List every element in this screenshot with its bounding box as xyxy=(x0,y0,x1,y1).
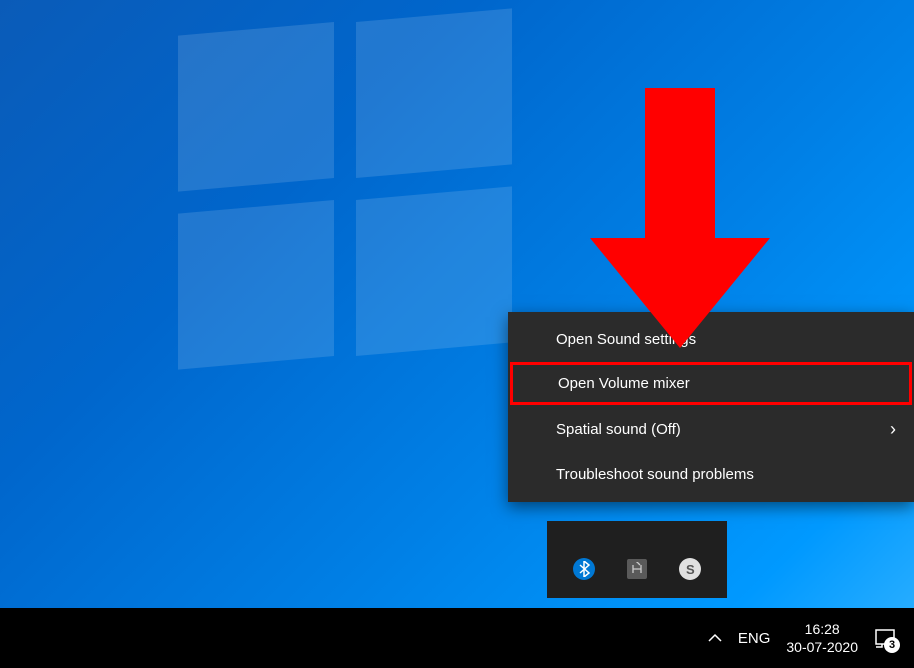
menu-item-troubleshoot[interactable]: Troubleshoot sound problems xyxy=(508,453,914,496)
desktop[interactable]: Open Sound settings Open Volume mixer Sp… xyxy=(0,0,914,668)
time-text: 16:28 xyxy=(786,620,858,638)
tray-overflow-partial xyxy=(547,521,727,540)
menu-item-spatial-sound[interactable]: Spatial sound (Off) › xyxy=(508,406,914,453)
language-indicator[interactable]: ENG xyxy=(738,630,771,647)
tray-expand-button[interactable] xyxy=(708,633,722,643)
menu-label: Spatial sound (Off) xyxy=(556,421,681,438)
notification-center-button[interactable]: 3 xyxy=(874,627,896,649)
menu-label: Troubleshoot sound problems xyxy=(556,466,754,483)
date-text: 30-07-2020 xyxy=(786,638,858,656)
notification-count-badge: 3 xyxy=(884,637,900,653)
menu-item-volume-mixer[interactable]: Open Volume mixer xyxy=(510,362,912,405)
system-tray-overflow: S xyxy=(547,540,727,598)
clock-date[interactable]: 16:28 30-07-2020 xyxy=(786,620,858,656)
windows-logo-wallpaper xyxy=(178,22,530,374)
bluetooth-tray-icon[interactable] xyxy=(572,557,596,581)
taskbar: ENG 16:28 30-07-2020 3 xyxy=(0,608,914,668)
skype-tray-icon[interactable]: S xyxy=(678,557,702,581)
annotation-arrow xyxy=(590,88,770,353)
menu-label: Open Volume mixer xyxy=(558,375,690,392)
chevron-right-icon: › xyxy=(890,419,896,440)
app-tray-icon[interactable] xyxy=(625,557,649,581)
